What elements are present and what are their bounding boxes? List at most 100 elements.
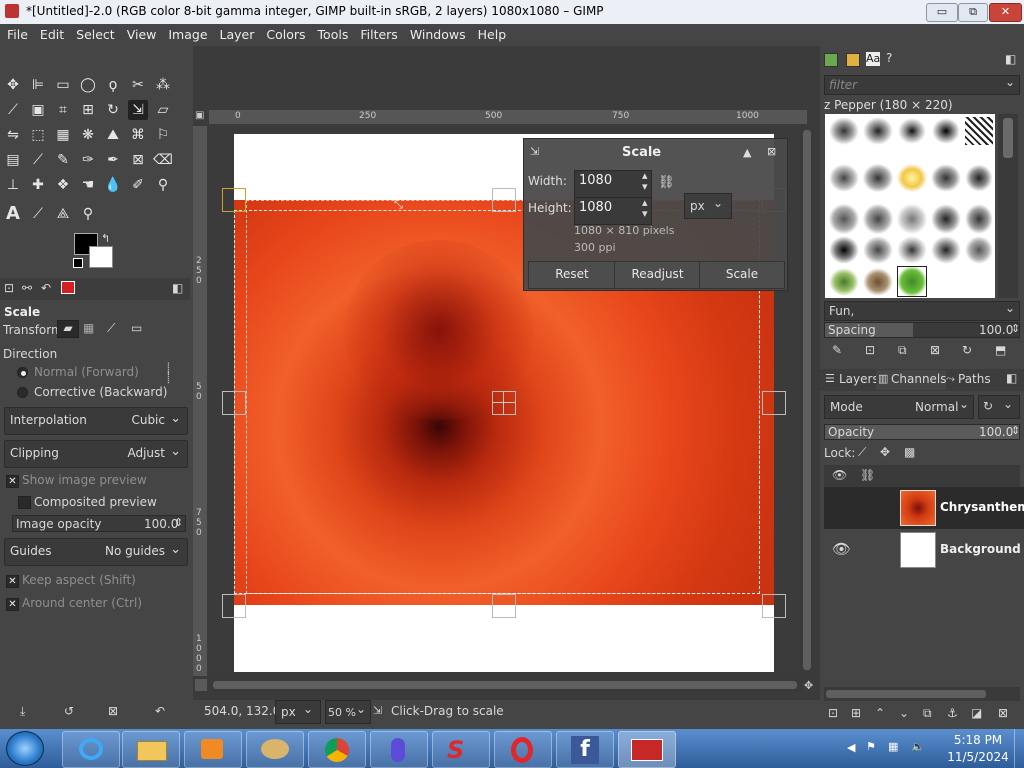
warp-icon[interactable]: ❋ <box>78 125 98 145</box>
layer-opacity-slider[interactable]: Opacity 100.0 ⇕ <box>824 424 1020 440</box>
mask-layer-icon[interactable]: ◪ <box>971 706 982 720</box>
brush-item[interactable] <box>863 236 893 264</box>
lower-layer-icon[interactable]: ⌄ <box>899 706 909 720</box>
unit-dropdown[interactable]: px ⌄ <box>684 193 732 219</box>
layers-hscroll-thumb[interactable] <box>826 690 986 698</box>
transform-image-icon[interactable]: ▭ <box>131 321 142 335</box>
transform-selection-icon[interactable]: ▦ <box>83 321 94 335</box>
height-input[interactable]: 1080 <box>574 197 652 225</box>
ie-taskbar-icon[interactable] <box>62 731 120 768</box>
perspective-clone-icon[interactable]: ❖ <box>53 175 73 195</box>
brush-item[interactable] <box>829 164 859 192</box>
open-brush-icon[interactable]: ⬒ <box>995 343 1006 357</box>
spacing-slider[interactable]: Spacing 100.0 ⇕ <box>824 322 1020 338</box>
anchor-layer-icon[interactable]: ⚓ <box>947 706 958 720</box>
handle-transform-icon[interactable]: ⚐ <box>153 125 173 145</box>
handle-right[interactable] <box>762 391 786 415</box>
width-spin-icon[interactable]: ▴ ▾ <box>642 170 648 192</box>
navigate-image-icon[interactable]: ✥ <box>804 679 813 692</box>
opera-taskbar-icon[interactable] <box>494 731 552 768</box>
app-taskbar-icon[interactable] <box>370 731 428 768</box>
menu-image[interactable]: Image <box>161 24 212 42</box>
handle-bottom-left[interactable] <box>222 594 246 618</box>
zoom-icon[interactable]: ⚲ <box>78 204 98 224</box>
clipping-dropdown[interactable]: Clipping Adjust ⌄ <box>4 440 188 468</box>
3d-transform-icon[interactable]: ▦ <box>53 125 73 145</box>
zoom-selector[interactable]: 50 % ⌄ <box>325 700 371 724</box>
brush-item[interactable] <box>965 236 993 264</box>
minimize-button[interactable]: ▭ <box>926 3 958 22</box>
show-desktop-button[interactable] <box>1014 729 1024 768</box>
eraser-icon[interactable]: ⌫ <box>153 150 173 170</box>
handle-center[interactable] <box>492 391 516 415</box>
refresh-brushes-icon[interactable]: ↻ <box>962 343 972 357</box>
width-input[interactable]: 1080 <box>574 170 652 198</box>
lock-pixels-icon[interactable]: ⟋ <box>858 445 866 460</box>
unified-transform-icon[interactable]: ⊞ <box>78 100 98 120</box>
gimp-taskbar-icon[interactable] <box>618 731 676 768</box>
reset-options-icon[interactable]: ↶ <box>155 704 165 718</box>
paint-taskbar-icon[interactable] <box>246 731 304 768</box>
visibility-eye-icon[interactable]: 👁 <box>832 540 851 558</box>
brush-item[interactable] <box>931 117 961 145</box>
brush-item[interactable] <box>829 236 859 264</box>
direction-forward-radio[interactable] <box>17 367 28 378</box>
media-player-taskbar-icon[interactable] <box>184 731 242 768</box>
raise-layer-icon[interactable]: ⌃ <box>875 706 885 720</box>
vertical-scroll-thumb[interactable] <box>803 130 811 670</box>
unit-selector[interactable]: px ⌄ <box>275 700 321 724</box>
rotate-icon[interactable]: ↻ <box>103 100 123 120</box>
handle-top[interactable] <box>492 188 516 212</box>
crop-icon[interactable]: ⌗ <box>53 100 73 120</box>
mode-dropdown[interactable]: Mode Normal ⌄ <box>824 395 974 419</box>
composite-mode-dropdown[interactable]: ↻ ⌄ <box>978 395 1020 419</box>
brush-item[interactable] <box>965 204 993 234</box>
layer-row[interactable]: 👁 Background <box>824 529 1024 571</box>
interpolation-dropdown[interactable]: Interpolation Cubic ⌄ <box>4 407 188 435</box>
lock-position-icon[interactable]: ✥ <box>880 445 890 459</box>
tool-options-tab-icon[interactable]: ⊡ <box>4 281 14 295</box>
scale-tool-icon[interactable]: ⇲ <box>128 100 148 120</box>
image-opacity-slider[interactable]: Image opacity 100.0 ⇕ <box>12 515 186 532</box>
tray-volume-icon[interactable]: 🔈 <box>911 740 925 753</box>
menu-colors[interactable]: Colors <box>259 24 310 42</box>
menu-windows[interactable]: Windows <box>403 24 471 42</box>
delete-brush-icon[interactable]: ⊠ <box>930 343 940 357</box>
brush-item[interactable] <box>829 117 859 145</box>
start-button[interactable] <box>6 731 44 766</box>
swap-colors-icon[interactable]: ↰ <box>101 232 110 245</box>
help-tab-icon[interactable]: ? <box>886 51 892 65</box>
quick-mask-icon[interactable]: ▣ <box>195 110 207 124</box>
move-tool-icon[interactable]: ✥ <box>3 75 23 95</box>
menu-file[interactable]: File <box>0 24 33 42</box>
guides-dropdown[interactable]: Guides No guides ⌄ <box>4 538 188 566</box>
navigate-icon[interactable] <box>195 679 207 691</box>
new-brush-icon[interactable]: ⊡ <box>865 343 875 357</box>
foreground-select-icon[interactable]: ▣ <box>28 100 48 120</box>
delete-layer-icon[interactable]: ⊠ <box>998 706 1008 720</box>
clock-time[interactable]: 5:18 PM <box>948 733 1008 747</box>
brush-item[interactable] <box>829 204 859 234</box>
tray-arrow-icon[interactable]: ◀ <box>847 741 855 754</box>
edit-brush-icon[interactable]: ✎ <box>832 343 842 357</box>
save-options-icon[interactable]: ⤓ <box>20 704 25 719</box>
brush-item[interactable] <box>897 164 927 192</box>
restore-options-icon[interactable]: ↺ <box>64 704 74 718</box>
dodge-icon[interactable]: ✐ <box>128 175 148 195</box>
brush-item[interactable] <box>863 268 893 296</box>
brush-item[interactable] <box>897 204 927 234</box>
layers-tab[interactable]: ☰ Layers <box>823 370 879 390</box>
brush-item[interactable] <box>931 236 961 264</box>
undo-history-tab-icon[interactable]: ↶ <box>41 281 51 295</box>
explorer-taskbar-icon[interactable] <box>122 731 180 768</box>
direction-backward-radio[interactable] <box>17 387 28 398</box>
duplicate-brush-icon[interactable]: ⧉ <box>898 343 907 358</box>
layer-name[interactable]: Chrysanthemu <box>940 500 1024 514</box>
images-tab-icon[interactable] <box>61 281 75 294</box>
rect-select-icon[interactable]: ▭ <box>53 75 73 95</box>
around-center-checkbox[interactable]: ✕ <box>6 598 19 611</box>
configure-dock-icon[interactable]: ◧ <box>1005 52 1016 66</box>
direction-chain-icon[interactable]: ⸽ ⸽ <box>167 363 170 383</box>
ink-icon[interactable]: ✒ <box>103 150 123 170</box>
perspective-icon[interactable]: ⬚ <box>28 125 48 145</box>
